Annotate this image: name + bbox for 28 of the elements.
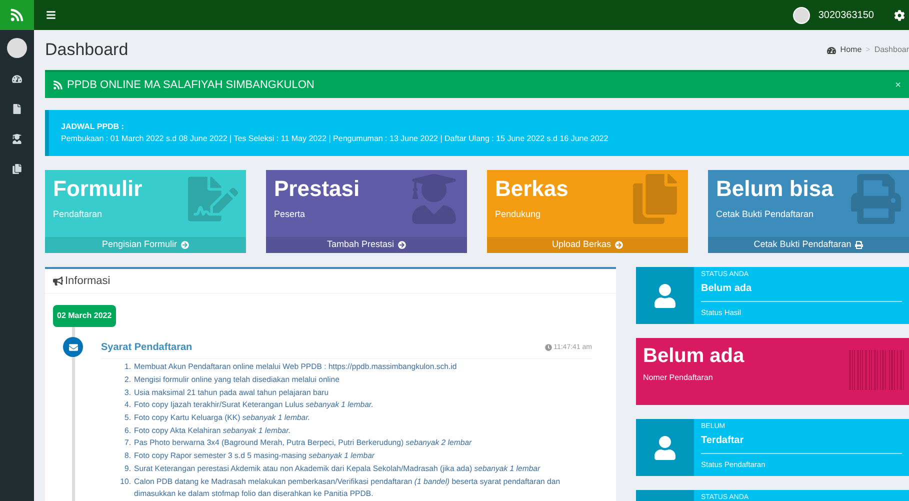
tile-link[interactable]: Upload Berkas [487,237,688,253]
close-button[interactable]: × [895,78,901,92]
tile-title: Berkas [495,175,568,203]
item-title[interactable]: Syarat Pendaftaran [101,340,192,356]
page-title: Dashboard [45,39,128,62]
tile-subtitle: Peserta [274,208,306,221]
registration-value: Belum ada [643,344,746,368]
tile-link[interactable]: Tambah Prestasi [266,237,467,253]
breadcrumb-link[interactable]: Home [840,44,862,56]
breadcrumb-separator: > [866,44,870,56]
registration-label: Nomer Pendaftaran [643,372,714,384]
callout-text: Pembukaan : 01 March 2022 s.d 08 June 2022 | Tes Seleksi : 11 May 2022 | Pengumuman : 13 June 2022 | Daftar Ulang : 15 June 2022 s.d 16 June 2022 [61,133,610,145]
date-badge: 02 March 2022 [53,305,116,328]
tile-title: Belum bisa [716,175,834,203]
breadcrumb-current: Dashboar [874,44,909,56]
tile-title: Formulir [53,175,142,203]
user-id[interactable]: 3020363150 [818,8,874,22]
tile-title: Prestasi [274,175,360,203]
alert-text: PPDB ONLINE MA SALAFIYAH SIMBANGKULON [67,78,314,93]
status-value: Belum ada [701,280,902,302]
tile-subtitle: Pendukung [495,208,541,221]
tile-link[interactable]: Pengisian Formulir [45,237,246,253]
tile-subtitle: Pendaftaran [53,208,102,221]
callout-title: JADWAL PPDB : [61,121,125,133]
panel-title: Informasi [65,274,110,289]
status-value: Terdaftar [701,432,902,454]
tile-subtitle: Cetak Bukti Pendaftaran [716,208,814,221]
tile-link[interactable]: Cetak Bukti Pendaftaran [708,237,909,253]
